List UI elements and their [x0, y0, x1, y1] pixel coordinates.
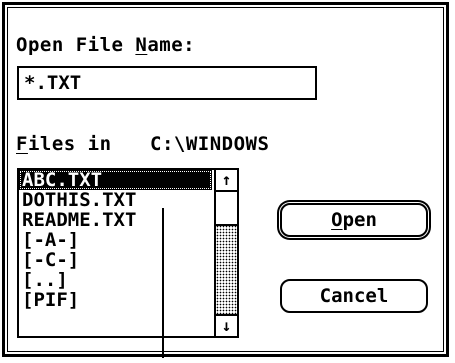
vertical-scrollbar[interactable]: ↑ ↓	[214, 170, 237, 336]
file-list-item[interactable]: [-C-]	[19, 250, 212, 270]
scroll-down-button[interactable]: ↓	[216, 314, 237, 336]
filename-label-pre: Open File	[16, 34, 136, 56]
scroll-thumb[interactable]	[216, 192, 237, 226]
file-list-item[interactable]: DOTHIS.TXT	[19, 190, 212, 210]
file-list-item[interactable]: ABC.TXT	[19, 170, 212, 190]
filename-label-post: ame:	[147, 34, 196, 56]
cancel-button-label: Cancel	[319, 285, 389, 307]
pointer-line	[162, 208, 164, 358]
files-in-label: Files in	[16, 133, 112, 155]
file-list-item[interactable]: [-A-]	[19, 230, 212, 250]
filename-label-hotkey: N	[135, 34, 148, 56]
arrow-up-icon: ↑	[221, 170, 232, 189]
current-directory: C:\WINDOWS	[150, 133, 270, 155]
scroll-up-button[interactable]: ↑	[216, 170, 237, 192]
open-button-label: pen	[342, 209, 377, 231]
filename-input[interactable]	[19, 68, 315, 98]
arrow-down-icon: ↓	[221, 316, 232, 335]
cancel-button[interactable]: Cancel	[280, 279, 428, 313]
files-label-rest: iles in	[27, 133, 112, 155]
file-list[interactable]: ABC.TXT DOTHIS.TXT README.TXT [-A-] [-C-] [..…	[19, 170, 212, 336]
filename-field[interactable]	[17, 66, 317, 100]
file-list-item[interactable]: [PIF]	[19, 290, 212, 310]
file-list-item[interactable]: README.TXT	[19, 210, 212, 230]
filename-label: Open File Name:	[16, 34, 195, 56]
scroll-track[interactable]	[216, 192, 237, 314]
file-list-item[interactable]: [..]	[19, 270, 212, 290]
open-button-hotkey: O	[331, 209, 343, 231]
file-listbox[interactable]: ABC.TXT DOTHIS.TXT README.TXT [-A-] [-C-] [..…	[17, 168, 239, 338]
open-button[interactable]: Open	[280, 203, 428, 237]
files-label-hotkey: F	[16, 133, 28, 155]
